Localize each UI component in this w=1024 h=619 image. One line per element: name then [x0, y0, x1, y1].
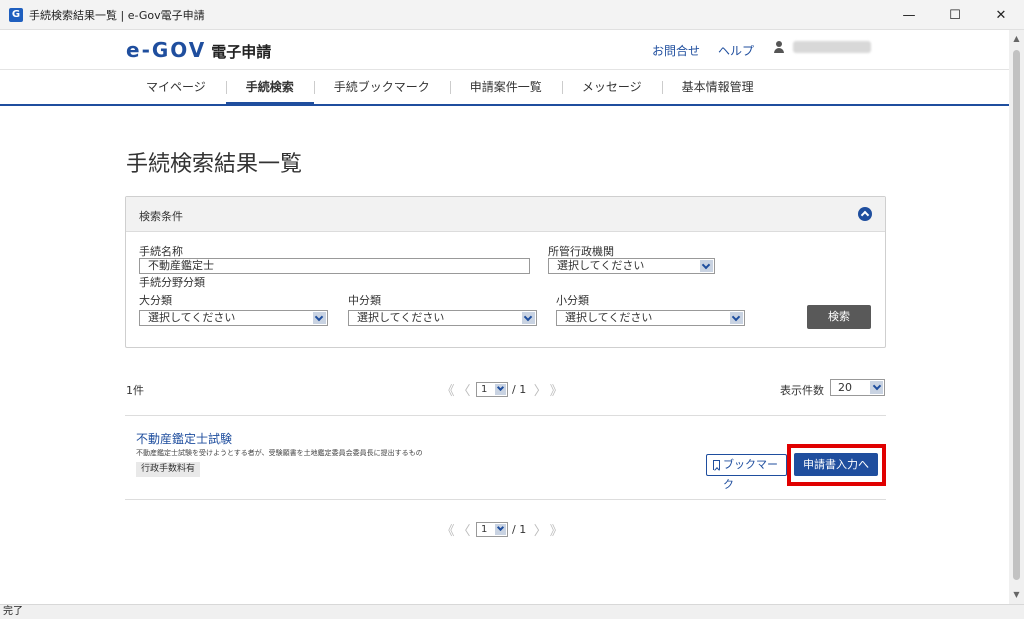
large-category-value: 選択してください	[148, 311, 236, 324]
prev-page-icon[interactable]: 〈	[456, 520, 472, 539]
chevron-down-icon	[313, 312, 326, 324]
bookmark-button-label: ブックマーク	[723, 458, 778, 491]
category-label: 手続分野分類	[139, 276, 205, 289]
vertical-scrollbar[interactable]: ▲ ▼	[1009, 30, 1024, 604]
pager-top: 《 〈 1 / 1 〉 》	[440, 380, 564, 399]
per-page-value: 20	[838, 381, 852, 394]
user-menu[interactable]	[773, 41, 871, 53]
agency-select[interactable]: 選択してください	[548, 258, 715, 274]
collapse-icon[interactable]	[858, 207, 872, 221]
window-controls: — ☐ ✕	[886, 0, 1024, 30]
page-total: / 1	[512, 523, 527, 536]
logo-subtitle: 電子申請	[211, 43, 272, 61]
large-category-label: 大分類	[139, 294, 172, 307]
page-title: 手続検索結果一覧	[126, 152, 303, 177]
header-links: お問合せ ヘルプ	[652, 42, 754, 59]
help-link[interactable]: ヘルプ	[718, 42, 754, 59]
per-page-label: 表示件数	[780, 384, 824, 397]
status-bar: 完了	[0, 604, 1024, 619]
first-page-icon[interactable]: 《	[440, 380, 456, 399]
agency-select-value: 選択してください	[557, 259, 645, 272]
small-category-value: 選択してください	[565, 311, 653, 324]
agency-label: 所管行政機関	[548, 245, 614, 258]
nav-item-applications[interactable]: 申請案件一覧	[449, 70, 562, 104]
site-header: e-GOV 電子申請 お問合せ ヘルプ	[0, 30, 1009, 70]
medium-category-label: 中分類	[348, 294, 381, 307]
maximize-button[interactable]: ☐	[932, 0, 978, 30]
user-icon	[773, 41, 785, 53]
next-page-icon[interactable]: 〉	[532, 520, 548, 539]
nav-item-bookmarks[interactable]: 手続ブックマーク	[313, 70, 450, 104]
window-title: 手続検索結果一覧 | e-Gov電子申請	[29, 8, 205, 22]
last-page-icon[interactable]: 》	[548, 380, 564, 399]
global-nav: マイページ 手続検索 手続ブックマーク 申請案件一覧 メッセージ 基本情報管理	[0, 70, 1009, 106]
chevron-down-icon	[495, 524, 506, 535]
nav-item-mypage[interactable]: マイページ	[126, 70, 226, 104]
last-page-icon[interactable]: 》	[548, 520, 564, 539]
logo-mark: e-GOV	[126, 38, 207, 62]
result-divider-top	[125, 415, 886, 416]
nav-items: マイページ 手続検索 手続ブックマーク 申請案件一覧 メッセージ 基本情報管理	[126, 70, 774, 105]
apply-form-button[interactable]: 申請書入力へ	[794, 453, 878, 476]
bookmark-button[interactable]: ブックマーク	[706, 454, 787, 491]
per-page-select[interactable]: 20	[830, 379, 885, 396]
large-category-select[interactable]: 選択してください	[139, 310, 328, 326]
small-category-select[interactable]: 選択してください	[556, 310, 745, 326]
procedure-name-label: 手続名称	[139, 245, 183, 258]
page-select-value: 1	[481, 384, 488, 395]
pager-bottom: 《 〈 1 / 1 〉 》	[440, 520, 564, 539]
page-select[interactable]: 1	[476, 382, 508, 397]
bookmark-icon	[713, 460, 720, 470]
chevron-down-icon	[730, 312, 743, 324]
close-button[interactable]: ✕	[978, 0, 1024, 30]
page-viewport: e-GOV 電子申請 お問合せ ヘルプ マイページ 手続検索 手続ブックマーク …	[0, 30, 1009, 604]
result-title-link[interactable]: 不動産鑑定士試験	[136, 430, 232, 447]
search-button[interactable]: 検索	[807, 305, 871, 329]
procedure-name-input[interactable]: 不動産鑑定士	[139, 258, 530, 274]
small-category-label: 小分類	[556, 294, 589, 307]
contact-link[interactable]: お問合せ	[652, 42, 700, 59]
nav-item-procedure-search[interactable]: 手続検索	[225, 70, 314, 105]
next-page-icon[interactable]: 〉	[532, 380, 548, 399]
minimize-button[interactable]: —	[886, 0, 932, 30]
page-select-value: 1	[481, 524, 488, 535]
chevron-down-icon	[700, 260, 713, 272]
chevron-down-icon	[522, 312, 535, 324]
search-conditions-panel: 検索条件 手続名称 不動産鑑定士 所管行政機関 選択してください 手続分野分類 …	[125, 196, 886, 348]
chevron-down-icon	[870, 381, 883, 394]
medium-category-value: 選択してください	[357, 311, 445, 324]
prev-page-icon[interactable]: 〈	[456, 380, 472, 399]
nav-item-messages[interactable]: メッセージ	[561, 70, 662, 104]
scroll-down-icon[interactable]: ▼	[1009, 588, 1024, 602]
fee-badge: 行政手数料有	[136, 462, 201, 477]
site-logo[interactable]: e-GOV 電子申請	[126, 38, 271, 62]
result-count: 1件	[126, 384, 144, 397]
medium-category-select[interactable]: 選択してください	[348, 310, 537, 326]
scroll-up-icon[interactable]: ▲	[1009, 32, 1024, 46]
search-panel-header[interactable]: 検索条件	[126, 197, 885, 232]
result-description: 不動産鑑定士試験を受けようとする者が、受験願書を土地鑑定委員会委員長に提出するも…	[136, 449, 423, 457]
nav-item-basic-info[interactable]: 基本情報管理	[661, 70, 774, 104]
search-panel-title: 検索条件	[139, 210, 183, 223]
first-page-icon[interactable]: 《	[440, 520, 456, 539]
window-titlebar: G 手続検索結果一覧 | e-Gov電子申請 — ☐ ✕	[0, 0, 1024, 30]
page-total: / 1	[512, 383, 527, 396]
chevron-down-icon	[495, 384, 506, 395]
user-name-redacted	[793, 41, 871, 53]
result-divider-bottom	[125, 499, 886, 500]
app-icon: G	[9, 7, 23, 22]
page-select[interactable]: 1	[476, 522, 508, 537]
scrollbar-thumb[interactable]	[1013, 50, 1020, 580]
